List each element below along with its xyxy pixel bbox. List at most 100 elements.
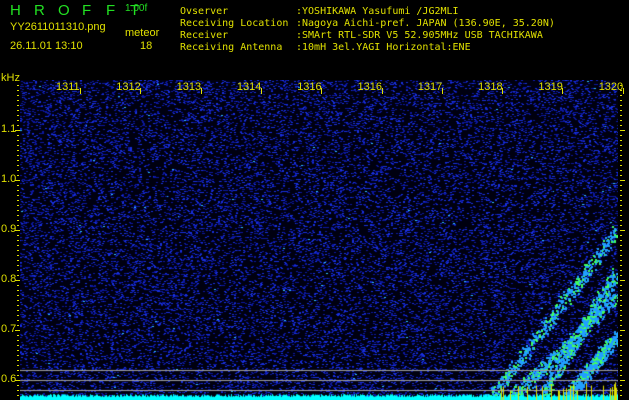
- info-label: Receiver: [180, 30, 229, 41]
- x-tick-label: 1316: [357, 81, 382, 93]
- info-value: :YOSHIKAWA Yasufumi /JG2MLI: [296, 6, 459, 17]
- y-tick-mark: [620, 295, 622, 296]
- y-tick-mark: [620, 140, 622, 141]
- y-tick-label: 0.7: [1, 323, 17, 335]
- y-axis-unit: kHz: [1, 72, 20, 84]
- y-tick-mark: [620, 90, 622, 91]
- y-tick-mark: [17, 115, 19, 116]
- y-tick-mark: [17, 120, 19, 121]
- y-tick-mark: [620, 125, 622, 126]
- y-tick-mark: [17, 355, 19, 356]
- y-tick-mark: [17, 240, 19, 241]
- y-tick-mark: [620, 370, 622, 371]
- y-tick-mark: [17, 295, 19, 296]
- y-tick-mark: [620, 225, 622, 226]
- y-tick-mark: [17, 170, 19, 171]
- y-tick-mark: [620, 280, 625, 281]
- y-tick-mark: [620, 95, 622, 96]
- y-tick-mark: [17, 360, 19, 361]
- y-tick-mark: [620, 235, 622, 236]
- y-tick-mark: [620, 265, 622, 266]
- y-tick-mark: [620, 120, 622, 121]
- y-tick-mark: [620, 150, 622, 151]
- y-tick-mark: [620, 290, 622, 291]
- x-tick-label: 1317: [417, 81, 443, 93]
- x-tick-label: 1312: [116, 81, 141, 93]
- y-tick-mark: [620, 205, 622, 206]
- y-tick-label: 1.0: [1, 173, 17, 185]
- y-tick-mark: [620, 165, 622, 166]
- y-tick-mark: [17, 125, 19, 126]
- info-value: :10mH 3el.YAGI Horizontal:ENE: [296, 42, 471, 53]
- y-tick-mark: [17, 155, 19, 156]
- y-tick-mark: [17, 185, 19, 186]
- y-tick-mark: [15, 180, 20, 181]
- y-tick-mark: [17, 390, 19, 391]
- y-tick-mark: [17, 135, 19, 136]
- y-tick-mark: [17, 105, 19, 106]
- y-tick-mark: [620, 210, 622, 211]
- y-tick-mark: [17, 195, 19, 196]
- y-tick-mark: [17, 350, 19, 351]
- y-tick-mark: [620, 105, 622, 106]
- y-tick-mark: [17, 315, 19, 316]
- y-tick-mark: [620, 310, 622, 311]
- y-tick-mark: [17, 270, 19, 271]
- y-tick-mark: [620, 245, 622, 246]
- y-tick-mark: [17, 175, 19, 176]
- y-tick-mark: [17, 245, 19, 246]
- y-tick-mark: [620, 200, 622, 201]
- x-tick-mark: [200, 88, 202, 94]
- y-tick-mark: [620, 390, 622, 391]
- y-tick-mark: [15, 330, 20, 331]
- x-tick-mark: [321, 88, 323, 94]
- x-tick-mark: [260, 88, 262, 94]
- info-label: Receiving Location: [180, 18, 289, 29]
- y-tick-mark: [17, 340, 19, 341]
- y-tick-mark: [17, 325, 19, 326]
- y-tick-mark: [17, 190, 19, 191]
- y-tick-mark: [17, 265, 19, 266]
- y-tick-mark: [17, 335, 19, 336]
- datetime-label: 26.11.01 13:10: [10, 40, 83, 52]
- y-tick-mark: [620, 110, 622, 111]
- x-tick-label: 1320: [598, 81, 624, 93]
- y-tick-mark: [620, 345, 622, 346]
- y-tick-mark: [620, 240, 622, 241]
- y-tick-mark: [620, 175, 622, 176]
- y-tick-mark: [17, 285, 19, 286]
- y-tick-mark: [620, 360, 622, 361]
- x-tick-label: 1314: [236, 81, 262, 93]
- x-tick-label: 1316: [297, 81, 322, 93]
- spectrogram-heatmap: [20, 80, 618, 400]
- y-tick-mark: [17, 160, 19, 161]
- y-tick-mark: [17, 310, 19, 311]
- y-tick-mark: [15, 230, 20, 231]
- y-tick-mark: [17, 220, 19, 221]
- y-tick-mark: [17, 260, 19, 261]
- y-tick-mark: [17, 110, 19, 111]
- y-tick-mark: [620, 260, 622, 261]
- filename-label: YY2611011310.png: [10, 21, 106, 33]
- y-tick-mark: [17, 85, 19, 86]
- y-tick-mark: [17, 235, 19, 236]
- y-tick-mark: [17, 375, 19, 376]
- y-tick-mark: [17, 140, 19, 141]
- y-tick-mark: [620, 335, 622, 336]
- x-tick-mark: [80, 88, 81, 94]
- y-tick-mark: [620, 355, 622, 356]
- y-tick-mark: [620, 85, 622, 86]
- y-tick-mark: [620, 270, 622, 271]
- y-tick-mark: [17, 345, 19, 346]
- y-tick-label: 0.8: [1, 273, 17, 285]
- y-tick-mark: [17, 370, 19, 371]
- y-tick-mark: [620, 385, 622, 386]
- y-tick-mark: [620, 145, 622, 146]
- y-tick-mark: [620, 325, 622, 326]
- x-tick-mark: [622, 88, 624, 94]
- y-tick-mark: [620, 275, 622, 276]
- y-tick-mark: [17, 290, 19, 291]
- y-tick-mark: [17, 395, 19, 396]
- y-tick-mark: [17, 320, 19, 321]
- y-tick-mark: [17, 385, 19, 386]
